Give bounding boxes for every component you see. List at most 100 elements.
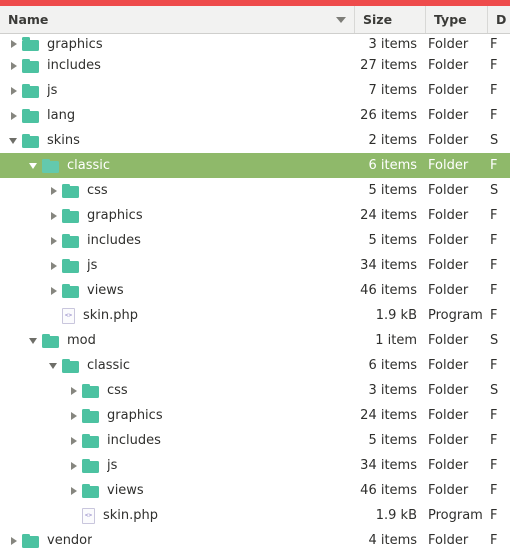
folder-icon: [22, 133, 39, 148]
file-row[interactable]: lang 26 items Folder F: [0, 103, 510, 128]
file-row-name-label: css: [87, 183, 108, 198]
file-row-date: F: [490, 508, 498, 523]
file-row[interactable]: skins 2 items Folder S: [0, 128, 510, 153]
file-row-size: 46 items: [360, 483, 417, 498]
file-row[interactable]: <> skin.php 1.9 kB Program F: [0, 303, 510, 328]
file-row-date: F: [490, 108, 498, 123]
file-row-size: 5 items: [368, 183, 417, 198]
chevron-right-icon[interactable]: [46, 208, 62, 224]
file-row[interactable]: graphics 24 items Folder F: [0, 403, 510, 428]
chevron-right-icon[interactable]: [46, 233, 62, 249]
chevron-down-icon[interactable]: [6, 133, 22, 149]
file-row-size: 24 items: [360, 408, 417, 423]
file-row[interactable]: views 46 items Folder F: [0, 478, 510, 503]
file-row-date: F: [490, 358, 498, 373]
file-row-type: Folder: [428, 458, 469, 473]
file-row-name-label: includes: [87, 233, 141, 248]
file-row-name-label: js: [87, 258, 98, 273]
file-row[interactable]: graphics 3 items Folder F: [0, 34, 510, 53]
file-row[interactable]: css 5 items Folder S: [0, 178, 510, 203]
file-row[interactable]: includes 27 items Folder F: [0, 53, 510, 78]
chevron-down-icon[interactable]: [26, 158, 42, 174]
file-row-type: Folder: [428, 333, 469, 348]
file-row-size: 34 items: [360, 258, 417, 273]
file-row-date: F: [490, 158, 498, 173]
file-row-date: F: [490, 533, 498, 548]
file-row-name-label: skin.php: [83, 308, 139, 323]
chevron-right-icon[interactable]: [46, 283, 62, 299]
file-row[interactable]: classic 6 items Folder F: [0, 353, 510, 378]
chevron-right-icon[interactable]: [6, 58, 22, 74]
file-row[interactable]: js 34 items Folder F: [0, 453, 510, 478]
folder-icon: [62, 208, 79, 223]
chevron-right-icon[interactable]: [6, 83, 22, 99]
file-row-date: F: [490, 37, 498, 52]
chevron-right-icon[interactable]: [66, 383, 82, 399]
file-row-size: 24 items: [360, 208, 417, 223]
file-row-name-label: skins: [47, 133, 80, 148]
file-row[interactable]: includes 5 items Folder F: [0, 228, 510, 253]
file-row-size: 1.9 kB: [375, 508, 417, 523]
chevron-right-icon[interactable]: [6, 36, 22, 52]
file-row[interactable]: css 3 items Folder S: [0, 378, 510, 403]
file-row-name-label: graphics: [47, 36, 103, 52]
file-row-type: Folder: [428, 183, 469, 198]
file-row-name-cell: js: [0, 458, 355, 474]
file-row[interactable]: mod 1 item Folder S: [0, 328, 510, 353]
column-header-size[interactable]: Size: [355, 6, 426, 33]
file-row-size: 34 items: [360, 458, 417, 473]
chevron-right-icon[interactable]: [46, 258, 62, 274]
file-row[interactable]: js 34 items Folder F: [0, 253, 510, 278]
file-row-name-cell: graphics: [0, 408, 355, 424]
file-row-name-cell: js: [0, 83, 355, 99]
file-row[interactable]: js 7 items Folder F: [0, 78, 510, 103]
folder-icon: [82, 458, 99, 473]
file-list[interactable]: graphics 3 items Folder Fincludes 27 items Fo…: [0, 34, 510, 553]
file-row-name-label: mod: [67, 333, 96, 348]
chevron-down-icon[interactable]: [46, 358, 62, 374]
column-header-type[interactable]: Type: [426, 6, 488, 33]
file-row-name-label: includes: [47, 58, 101, 73]
chevron-right-icon[interactable]: [66, 458, 82, 474]
chevron-right-icon[interactable]: [46, 183, 62, 199]
file-row-name-label: lang: [47, 108, 76, 123]
chevron-right-icon[interactable]: [66, 433, 82, 449]
chevron-right-icon[interactable]: [66, 408, 82, 424]
file-row-name-cell: graphics: [0, 208, 355, 224]
file-row[interactable]: classic 6 items Folder F: [0, 153, 510, 178]
chevron-right-icon[interactable]: [66, 483, 82, 499]
file-row-type: Program: [428, 508, 483, 523]
chevron-right-icon[interactable]: [6, 108, 22, 124]
code-file-icon: <>: [82, 507, 95, 524]
file-row[interactable]: graphics 24 items Folder F: [0, 203, 510, 228]
file-row[interactable]: vendor 4 items Folder F: [0, 528, 510, 553]
file-row-type: Folder: [428, 58, 469, 73]
file-row-size: 2 items: [368, 133, 417, 148]
file-row-size: 46 items: [360, 283, 417, 298]
folder-icon: [82, 433, 99, 448]
file-row-type: Folder: [428, 533, 469, 548]
file-row-name-cell: mod: [0, 333, 355, 349]
folder-icon: [62, 358, 79, 373]
column-header-date[interactable]: D: [488, 6, 510, 33]
sort-descending-icon[interactable]: [336, 16, 346, 23]
file-row-size: 1 item: [375, 333, 417, 348]
file-row-date: S: [490, 183, 499, 198]
chevron-right-icon[interactable]: [6, 533, 22, 549]
file-row-name-label: classic: [67, 158, 111, 173]
file-row-name-cell: views: [0, 283, 355, 299]
column-header-name[interactable]: Name: [0, 6, 355, 33]
file-row-size: 4 items: [368, 533, 417, 548]
file-row-name-label: includes: [107, 433, 161, 448]
file-row-name-label: classic: [87, 358, 131, 373]
folder-icon: [22, 533, 39, 548]
file-row-name-label: js: [107, 458, 118, 473]
column-header-type-label: Type: [434, 12, 467, 27]
file-row[interactable]: includes 5 items Folder F: [0, 428, 510, 453]
file-row-date: S: [490, 133, 499, 148]
file-row[interactable]: <> skin.php 1.9 kB Program F: [0, 503, 510, 528]
file-row-type: Program: [428, 308, 483, 323]
chevron-down-icon[interactable]: [26, 333, 42, 349]
file-row-name-cell: graphics: [0, 36, 355, 53]
file-row[interactable]: views 46 items Folder F: [0, 278, 510, 303]
